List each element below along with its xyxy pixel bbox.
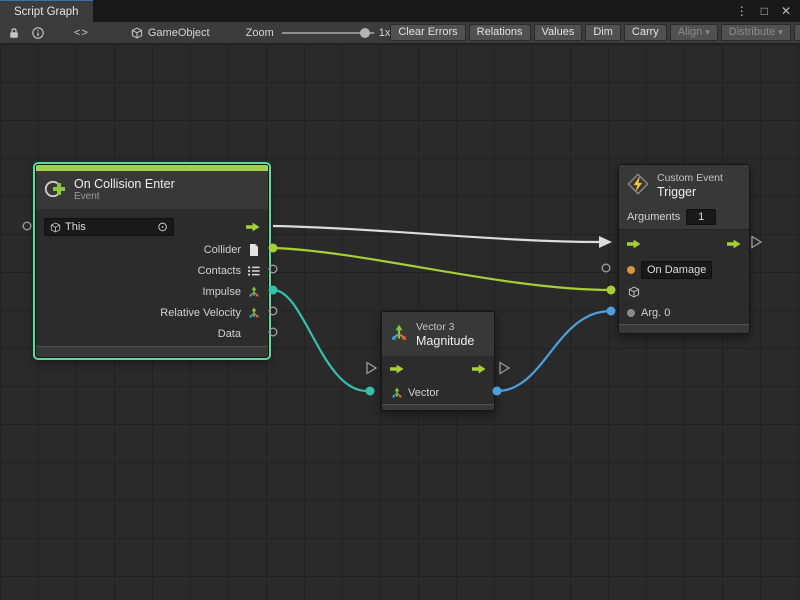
node-body: On Damage Arg. 0: [619, 230, 749, 324]
port-row-event-name[interactable]: On Damage: [619, 258, 749, 282]
port-row-impulse[interactable]: Impulse: [36, 281, 268, 302]
vector3-icon: [390, 387, 403, 399]
window-controls: ⋮ □ ✕: [736, 0, 800, 22]
flow-out-arrow[interactable]: [246, 222, 260, 232]
flow-in-arrow[interactable]: [390, 364, 404, 374]
node-type: Vector 3: [416, 321, 474, 334]
port-row-data[interactable]: Data: [36, 323, 268, 344]
node-title: Trigger: [657, 185, 723, 199]
node-header[interactable]: On Collision Enter Event: [36, 171, 268, 209]
string-port-dot[interactable]: [627, 266, 635, 274]
port-label-vector: Vector: [408, 387, 439, 399]
align-label: Align: [678, 26, 702, 38]
flow-row: [619, 230, 749, 258]
flow-out-arrow[interactable]: [472, 364, 486, 374]
node-header[interactable]: Custom Event Trigger: [619, 165, 749, 205]
close-icon[interactable]: ✕: [781, 4, 791, 18]
port-label-data: Data: [218, 328, 241, 340]
overview-button[interactable]: Overv: [794, 24, 800, 41]
zoom-slider[interactable]: [282, 27, 374, 39]
align-button: Align▾: [670, 24, 718, 41]
node-title: Magnitude: [416, 334, 474, 348]
lightning-icon: [627, 173, 649, 198]
values-button[interactable]: Values: [534, 24, 583, 41]
distribute-button: Distribute▾: [721, 24, 791, 41]
flow-out-arrow[interactable]: [727, 239, 741, 249]
tab-bar: Script Graph ⋮ □ ✕: [0, 0, 800, 22]
gameobject-label[interactable]: GameObject: [148, 27, 210, 39]
port-row-collider[interactable]: Collider: [36, 239, 268, 260]
node-title: On Collision Enter: [74, 177, 175, 191]
info-icon[interactable]: [30, 25, 46, 41]
arguments-label: Arguments: [627, 211, 680, 223]
node-footer: [36, 346, 268, 357]
caret-down-icon: ▾: [778, 27, 783, 37]
flow-in-arrow[interactable]: [627, 239, 641, 249]
target-row: This ⊙: [36, 215, 268, 239]
node-body: Vector: [382, 356, 494, 404]
node-body: This ⊙ Collider Contacts Impulse Relativ…: [36, 209, 268, 346]
dim-button[interactable]: Dim: [585, 24, 621, 41]
port-row-vector[interactable]: Vector: [382, 382, 494, 404]
port-label-relative-velocity: Relative Velocity: [160, 307, 241, 319]
document-icon: [247, 244, 260, 256]
arg0-port-dot[interactable]: [627, 309, 635, 317]
vector3-icon: [390, 324, 408, 345]
port-label-impulse: Impulse: [202, 286, 241, 298]
lock-icon[interactable]: [6, 25, 22, 41]
node-type: Custom Event: [657, 172, 723, 185]
vector3-icon: [247, 286, 260, 298]
distribute-label: Distribute: [729, 26, 775, 38]
caret-down-icon: ▾: [705, 27, 710, 37]
node-header[interactable]: Vector 3 Magnitude: [382, 312, 494, 356]
port-label-collider: Collider: [204, 244, 241, 256]
gameobject-cube-icon: [627, 286, 640, 298]
maximize-icon[interactable]: □: [761, 4, 768, 18]
list-icon: [247, 266, 260, 276]
graph-toolbar: <> GameObject Zoom 1x Clear Errors Relat…: [0, 22, 800, 44]
arguments-count-field[interactable]: 1: [686, 209, 716, 225]
node-vector3-magnitude[interactable]: Vector 3 Magnitude Vector: [381, 311, 495, 411]
port-label-arg0: Arg. 0: [641, 307, 670, 319]
port-row-relative-velocity[interactable]: Relative Velocity: [36, 302, 268, 323]
relations-button[interactable]: Relations: [469, 24, 531, 41]
node-subtitle: Event: [74, 191, 175, 203]
tab-script-graph[interactable]: Script Graph: [0, 0, 93, 22]
port-row-target[interactable]: [619, 282, 749, 302]
zoom-slider-knob[interactable]: [360, 28, 370, 38]
port-row-contacts[interactable]: Contacts: [36, 260, 268, 281]
this-target-field[interactable]: This ⊙: [44, 218, 174, 236]
zoom-value: 1x: [379, 27, 391, 39]
zoom-label: Zoom: [246, 27, 274, 39]
tab-title: Script Graph: [14, 6, 79, 18]
code-view-icon[interactable]: <>: [74, 27, 89, 39]
node-footer: [382, 404, 494, 410]
unity-graph-window: Script Graph ⋮ □ ✕ <> GameObject Zoom 1x…: [0, 0, 800, 600]
gameobject-cube-icon: [50, 222, 61, 233]
arguments-row: Arguments 1: [619, 205, 749, 230]
clear-errors-button[interactable]: Clear Errors: [390, 24, 465, 41]
menu-icon[interactable]: ⋮: [736, 4, 748, 18]
node-on-collision-enter[interactable]: On Collision Enter Event This ⊙ Collider…: [35, 164, 269, 358]
port-row-arg0[interactable]: Arg. 0: [619, 302, 749, 324]
toolbar-button-group: Clear Errors Relations Values Dim Carry …: [390, 24, 800, 41]
gameobject-cube-icon: [129, 25, 145, 41]
flow-row: [382, 356, 494, 382]
object-picker-icon[interactable]: ⊙: [157, 222, 168, 232]
event-name-field[interactable]: On Damage: [641, 261, 712, 279]
node-footer: [619, 324, 749, 333]
collision-event-icon: [44, 178, 66, 203]
this-target-value: This: [65, 221, 86, 233]
carry-button[interactable]: Carry: [624, 24, 667, 41]
node-custom-event-trigger[interactable]: Custom Event Trigger Arguments 1 On Dama…: [618, 164, 750, 334]
port-label-contacts: Contacts: [198, 265, 241, 277]
vector3-icon: [247, 307, 260, 319]
